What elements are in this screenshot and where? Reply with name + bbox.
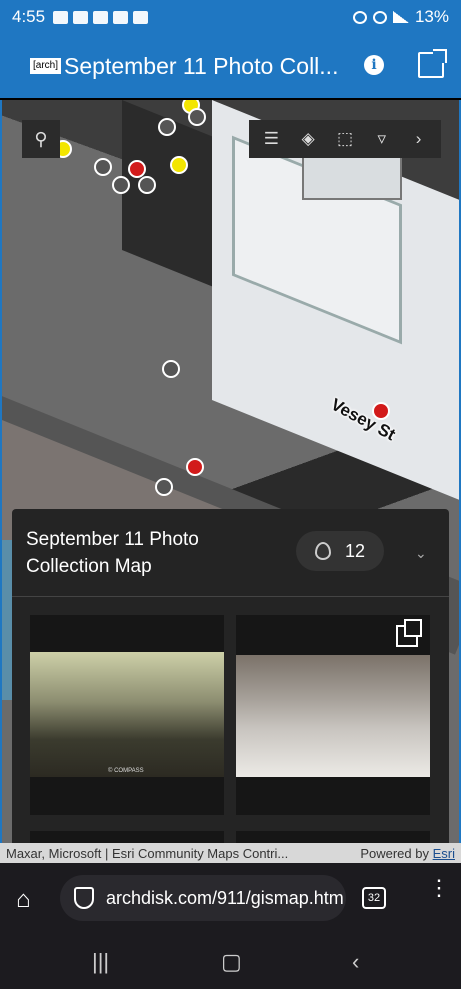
photo-card[interactable] [236, 831, 430, 843]
app-title: September 11 Photo Coll... [64, 52, 339, 79]
map-marker[interactable] [186, 458, 204, 476]
map-marker[interactable] [128, 160, 146, 178]
expand-icon[interactable] [396, 619, 422, 647]
back-icon[interactable]: ‹ [352, 949, 359, 975]
map-marker[interactable] [138, 176, 156, 194]
panel-title: September 11 Photo Collection Map [26, 528, 199, 577]
signal-icon [392, 11, 409, 23]
feature-count: 12 [344, 540, 366, 561]
battery-percent: 13% [414, 7, 449, 26]
photo-card[interactable] [236, 615, 430, 815]
notification-icon [53, 10, 69, 24]
browser-toolbar: ⌂ archdisk.com/911/gismap.htm 32 ⋮ [0, 863, 461, 933]
attribution-text: Maxar, Microsoft | Esri Community Maps C… [6, 845, 289, 861]
search-icon[interactable]: ⚲ [22, 120, 60, 158]
location-icon [314, 542, 331, 560]
legend-icon[interactable]: ☰ [258, 129, 284, 149]
tabs-button[interactable]: 32 [362, 887, 386, 909]
map-marker[interactable] [162, 360, 180, 378]
photo-card[interactable] [30, 831, 224, 843]
home-icon[interactable]: ⌂ [16, 886, 42, 913]
map-marker[interactable] [112, 176, 130, 194]
alarm-icon [352, 10, 367, 24]
feature-panel: September 11 Photo Collection Map 12 ⌄ ©… [12, 509, 449, 843]
photo-copyright: © COMPASS [108, 768, 144, 774]
notification-icon [93, 10, 109, 24]
select-icon[interactable]: ⬚ [332, 129, 358, 149]
wifi-icon [372, 10, 387, 24]
map-marker[interactable] [170, 156, 188, 174]
security-shield-icon[interactable] [74, 887, 94, 909]
esri-link[interactable]: Esri [433, 846, 455, 861]
share-icon[interactable] [418, 49, 447, 78]
notification-icon [133, 10, 149, 24]
chevron-down-icon[interactable]: ⌄ [415, 545, 427, 562]
photo-thumbnail[interactable] [236, 655, 430, 777]
app-header: [arch] September 11 Photo Coll... i [0, 34, 461, 98]
notification-icon [113, 10, 129, 24]
more-menu-icon[interactable]: ⋮ [428, 877, 450, 899]
map-marker[interactable] [155, 478, 173, 496]
notification-icons [53, 10, 149, 24]
feature-count-badge[interactable]: 12 [296, 531, 384, 571]
photo-thumbnail[interactable] [30, 652, 224, 777]
notification-icon [73, 10, 89, 24]
status-right: 13% [352, 7, 449, 27]
screen: 4:55 13% [arch] September 11 Photo Coll.… [0, 0, 461, 989]
address-bar[interactable]: archdisk.com/911/gismap.htm [60, 875, 346, 921]
info-icon[interactable]: i [364, 55, 384, 75]
filter-icon[interactable]: ▿ [369, 129, 395, 149]
map-marker[interactable] [94, 158, 112, 176]
powered-by-text: Powered by [360, 845, 429, 861]
arch-logo[interactable]: [arch] [30, 58, 62, 74]
system-nav-bar: ||| ▢ ‹ [0, 933, 461, 989]
home-nav-icon[interactable]: ▢ [221, 949, 242, 975]
powered-by: Powered by Esri [360, 846, 455, 861]
chevron-right-icon[interactable]: › [406, 129, 432, 149]
map-toolbar: ☰ ◈ ⬚ ▿ › [249, 120, 441, 158]
layers-icon[interactable]: ◈ [295, 129, 321, 149]
map-marker[interactable] [158, 118, 176, 136]
map-marker[interactable] [372, 402, 390, 420]
map-marker[interactable] [188, 108, 206, 126]
recent-apps-icon[interactable]: ||| [92, 949, 109, 975]
map-attribution: Maxar, Microsoft | Esri Community Maps C… [0, 843, 461, 863]
photo-card[interactable]: © COMPASS [30, 615, 224, 815]
url-text[interactable]: archdisk.com/911/gismap.htm [106, 888, 346, 909]
status-bar: 4:55 13% [0, 0, 461, 34]
status-time: 4:55 [12, 7, 46, 26]
